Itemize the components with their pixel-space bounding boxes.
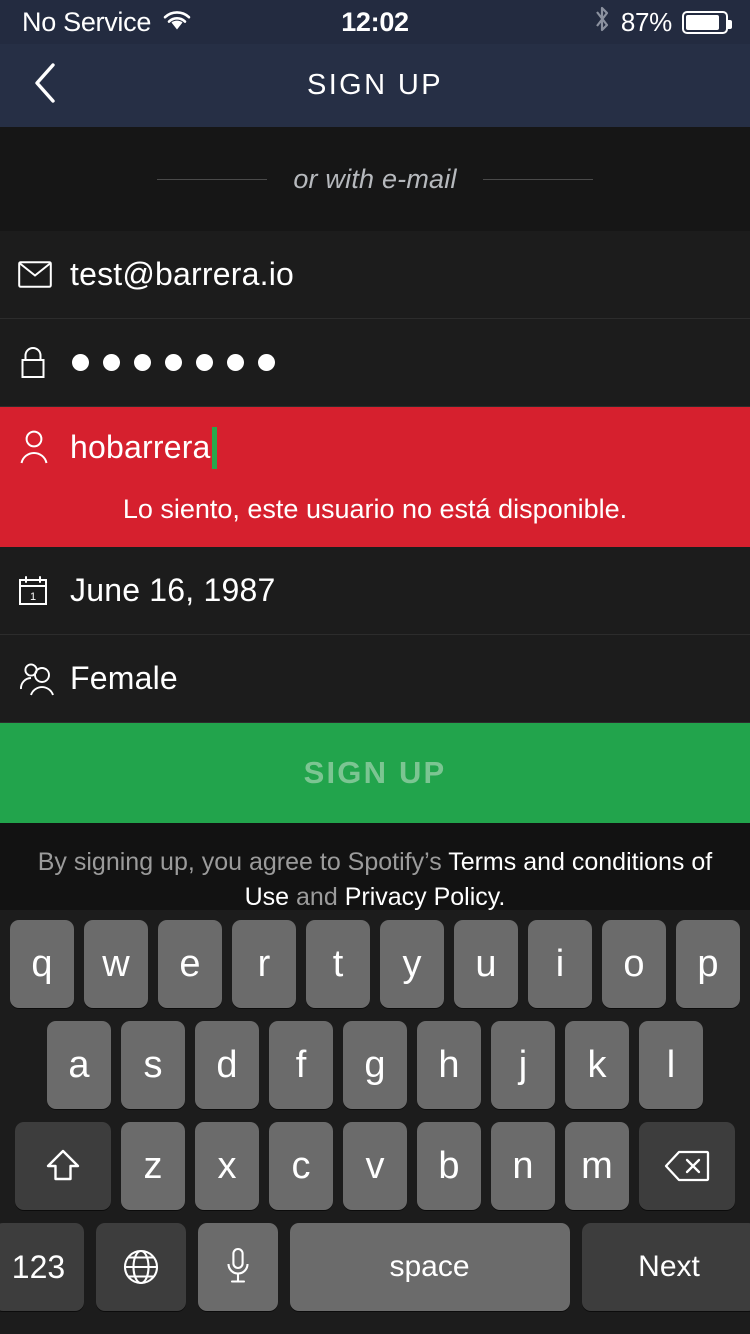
key-z[interactable]: z	[121, 1122, 185, 1210]
key-g[interactable]: g	[343, 1021, 407, 1109]
return-key[interactable]: Next	[581, 1223, 750, 1311]
bluetooth-icon	[593, 5, 611, 40]
key-q[interactable]: q	[10, 920, 74, 1008]
password-dot	[165, 354, 182, 371]
password-dot	[258, 354, 275, 371]
key-p[interactable]: p	[676, 920, 740, 1008]
key-e[interactable]: e	[158, 920, 222, 1008]
password-dot	[72, 354, 89, 371]
key-v[interactable]: v	[343, 1122, 407, 1210]
battery-icon	[682, 10, 732, 34]
gender-value: Female	[70, 660, 178, 696]
key-m[interactable]: m	[565, 1122, 629, 1210]
text-cursor	[211, 427, 217, 469]
status-bar-right: 87%	[593, 5, 732, 40]
key-i[interactable]: i	[528, 920, 592, 1008]
key-b[interactable]: b	[417, 1122, 481, 1210]
birthdate-value: June 16, 1987	[70, 572, 276, 608]
terms-prefix: By signing up, you agree to Spotify’s	[37, 848, 449, 876]
key-c[interactable]: c	[269, 1122, 333, 1210]
shift-icon	[43, 1147, 83, 1185]
microphone-key[interactable]	[197, 1223, 278, 1311]
envelope-icon	[18, 261, 70, 288]
key-f[interactable]: f	[269, 1021, 333, 1109]
key-y[interactable]: y	[380, 920, 444, 1008]
divider-line-right	[482, 178, 593, 180]
password-dot	[196, 354, 213, 371]
key-h[interactable]: h	[417, 1021, 481, 1109]
key-l[interactable]: l	[639, 1021, 703, 1109]
key-w[interactable]: w	[84, 920, 148, 1008]
on-screen-keyboard: q w e r t y u i o p a s d f g h j k l z …	[0, 910, 750, 1334]
signup-button-label: SIGN UP	[303, 755, 447, 790]
backspace-icon	[664, 1149, 710, 1183]
keyboard-row-2: a s d f g h j k l	[0, 1021, 750, 1109]
email-value: test@barrera.io	[70, 256, 295, 292]
password-dot	[134, 354, 151, 371]
divider-line-left	[157, 178, 268, 180]
key-r[interactable]: r	[232, 920, 296, 1008]
username-error-message: Lo siento, este usuario no está disponib…	[122, 494, 628, 524]
calendar-icon: 1	[18, 575, 70, 607]
globe-icon	[122, 1248, 160, 1286]
privacy-policy-link[interactable]: Privacy Policy.	[345, 883, 506, 911]
email-field-row[interactable]: test@barrera.io	[0, 231, 750, 319]
birthdate-field-row[interactable]: 1 June 16, 1987	[0, 547, 750, 635]
divider-label: or with e-mail	[293, 163, 457, 194]
keyboard-row-4: 123 space Next	[0, 1223, 750, 1311]
signup-screen: No Service 12:02 87% SIGN UP or with e-m…	[0, 0, 750, 1334]
key-d[interactable]: d	[195, 1021, 259, 1109]
key-x[interactable]: x	[195, 1122, 259, 1210]
password-value	[70, 354, 275, 371]
key-s[interactable]: s	[121, 1021, 185, 1109]
key-t[interactable]: t	[306, 920, 370, 1008]
key-k[interactable]: k	[565, 1021, 629, 1109]
password-dot	[227, 354, 244, 371]
key-j[interactable]: j	[491, 1021, 555, 1109]
username-field-row[interactable]: hobarrera Lo siento, este usuario no est…	[0, 407, 750, 547]
globe-key[interactable]	[95, 1223, 186, 1311]
password-dot	[103, 354, 120, 371]
wifi-icon	[162, 7, 192, 38]
backspace-key[interactable]	[639, 1122, 735, 1210]
key-a[interactable]: a	[47, 1021, 111, 1109]
person-icon	[18, 429, 70, 465]
battery-percent-label: 87%	[620, 6, 672, 37]
lock-icon	[18, 346, 70, 380]
terms-middle: and	[289, 882, 345, 911]
keyboard-row-1: q w e r t y u i o p	[0, 920, 750, 1008]
email-divider: or with e-mail	[0, 127, 750, 231]
page-title: SIGN UP	[306, 69, 444, 101]
status-bar: No Service 12:02 87%	[0, 0, 750, 44]
carrier-label: No Service	[22, 6, 152, 37]
nav-bar: SIGN UP	[0, 44, 750, 127]
shift-key[interactable]	[15, 1122, 111, 1210]
people-icon	[18, 661, 70, 697]
svg-text:1: 1	[30, 591, 36, 603]
key-u[interactable]: u	[454, 920, 518, 1008]
key-o[interactable]: o	[602, 920, 666, 1008]
password-field-row[interactable]	[0, 319, 750, 407]
microphone-icon	[225, 1247, 251, 1287]
gender-field-row[interactable]: Female	[0, 635, 750, 723]
keyboard-row-3: z x c v b n m	[0, 1122, 750, 1210]
status-bar-left: No Service	[22, 7, 192, 38]
key-n[interactable]: n	[491, 1122, 555, 1210]
numbers-key[interactable]: 123	[0, 1223, 84, 1311]
space-key[interactable]: space	[289, 1223, 570, 1311]
username-value: hobarrera	[70, 429, 211, 465]
signup-button[interactable]: SIGN UP	[0, 723, 750, 823]
